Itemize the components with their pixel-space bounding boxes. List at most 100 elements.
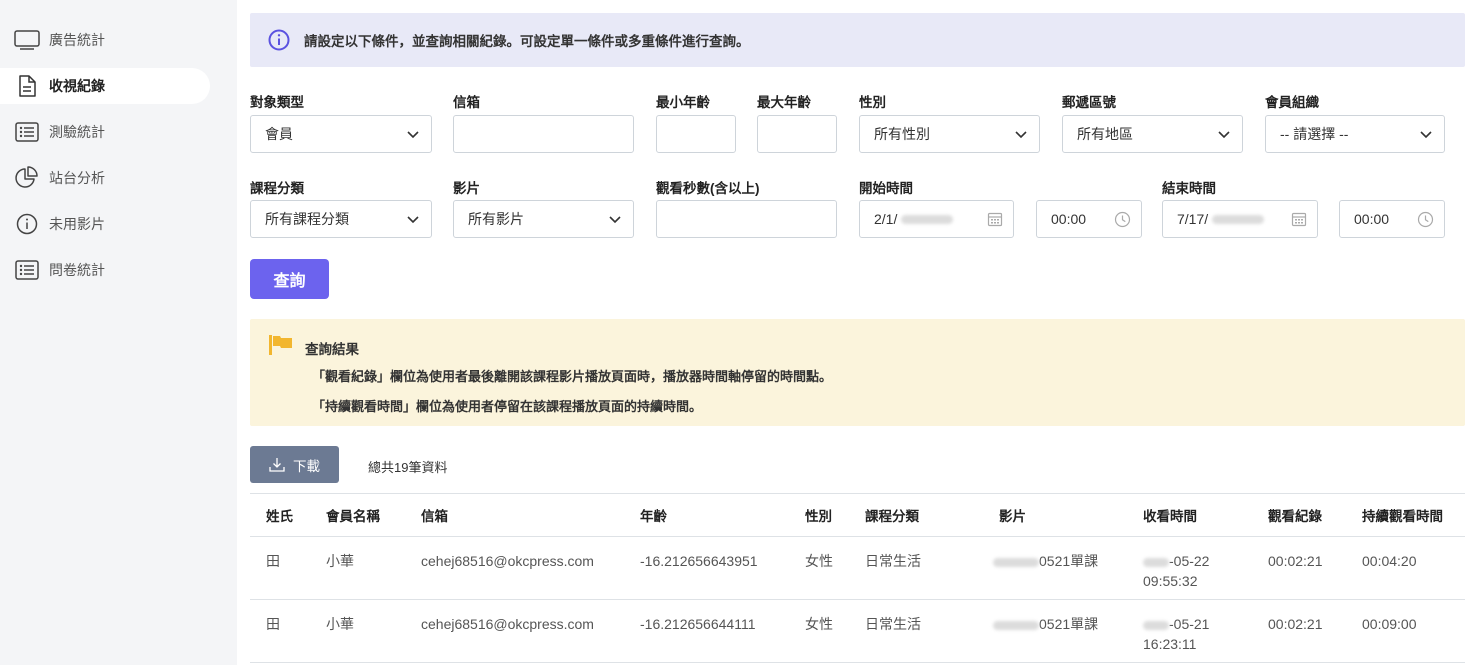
video-select[interactable]: 所有影片 — [453, 200, 634, 238]
table-row[interactable]: 田 小華 cehej68516@okcpress.com -16.2126566… — [250, 600, 1465, 663]
redacted-text — [993, 620, 1039, 630]
col-gender[interactable]: 性別 — [789, 494, 849, 537]
cell-surname: 田 — [266, 616, 280, 632]
result-note-1: 「觀看紀錄」欄位為使用者最後離開該課程影片播放頁面時，播放器時間軸停留的時間點。 — [312, 369, 833, 384]
chevron-down-icon — [1015, 131, 1027, 139]
sidebar-item-site-analysis[interactable]: 站台分析 — [0, 160, 210, 196]
sidebar-item-view-records[interactable]: 收視紀錄 — [0, 68, 210, 104]
result-title: 查詢結果 — [305, 342, 359, 357]
sidebar-item-survey-stats[interactable]: 問卷統計 — [0, 252, 210, 288]
cell-name: 小華 — [326, 616, 354, 632]
video-value: 所有影片 — [468, 211, 524, 227]
col-record[interactable]: 觀看紀錄 — [1252, 494, 1346, 537]
sidebar-item-label: 問卷統計 — [49, 262, 105, 278]
min-age-input[interactable] — [656, 115, 736, 153]
cell-gender: 女性 — [805, 616, 833, 632]
zipcode-select[interactable]: 所有地區 — [1062, 115, 1243, 153]
sidebar-item-ad-stats[interactable]: 廣告統計 — [0, 22, 210, 58]
sidebar-item-label: 收視紀錄 — [49, 78, 105, 94]
cell-duration: 00:09:00 — [1362, 616, 1417, 632]
calendar-icon — [1291, 212, 1307, 227]
end-date-value: 7/17/ — [1177, 211, 1209, 227]
records-table: 姓氏 會員名稱 信箱 年齡 性別 課程分類 影片 收看時間 觀看紀錄 持續觀看時… — [250, 493, 1465, 663]
result-note-2: 「持續觀看時間」欄位為使用者停留在該課程播放頁面的持續時間。 — [312, 399, 703, 414]
info-banner: 請設定以下條件，並查詢相關紀錄。可設定單一條件或多重條件進行查詢。 — [250, 13, 1465, 67]
query-button[interactable]: 查詢 — [250, 259, 329, 299]
cell-email: cehej68516@okcpress.com — [421, 616, 594, 632]
cell-video-text: 0521單課 — [1039, 616, 1099, 632]
org-label: 會員組織 — [1265, 95, 1319, 110]
col-age[interactable]: 年齡 — [624, 494, 789, 537]
cell-video-text: 0521單課 — [1039, 553, 1099, 569]
watch-seconds-input[interactable] — [656, 200, 837, 238]
info-circle-icon — [13, 212, 41, 236]
org-value: -- 請選擇 -- — [1280, 126, 1349, 142]
watch-seconds-label: 觀看秒數(含以上) — [656, 181, 760, 196]
max-age-input[interactable] — [757, 115, 837, 153]
cell-record: 00:02:21 — [1268, 616, 1323, 632]
zipcode-label: 郵遞區號 — [1062, 95, 1116, 110]
cell-gender: 女性 — [805, 553, 833, 569]
org-select[interactable]: -- 請選擇 -- — [1265, 115, 1445, 153]
total-count: 總共19筆資料 — [368, 460, 448, 475]
document-icon — [13, 74, 41, 98]
target-type-label: 對象類型 — [250, 95, 304, 110]
info-circle-icon — [268, 29, 290, 51]
cell-watch-clock: 16:23:11 — [1143, 636, 1197, 652]
flag-icon — [269, 335, 292, 355]
sidebar-item-quiz-stats[interactable]: 測驗統計 — [0, 114, 210, 150]
cell-surname: 田 — [266, 553, 280, 569]
cell-record: 00:02:21 — [1268, 553, 1323, 569]
cell-name: 小華 — [326, 553, 354, 569]
gender-select[interactable]: 所有性別 — [859, 115, 1040, 153]
col-category[interactable]: 課程分類 — [849, 494, 959, 537]
sidebar-item-label: 未用影片 — [49, 216, 105, 232]
cell-watch-clock: 09:55:32 — [1143, 573, 1198, 589]
start-time-input[interactable]: 00:00 — [1036, 200, 1142, 238]
cell-duration: 00:04:20 — [1362, 553, 1417, 569]
clock-icon — [1417, 211, 1434, 228]
chevron-down-icon — [1218, 131, 1230, 139]
col-surname[interactable]: 姓氏 — [250, 494, 310, 537]
col-duration[interactable]: 持續觀看時間 — [1346, 494, 1465, 537]
cell-watch-date: -05-21 — [1169, 616, 1210, 632]
cell-category: 日常生活 — [865, 616, 921, 632]
course-category-select[interactable]: 所有課程分類 — [250, 200, 432, 238]
monitor-icon — [13, 28, 41, 52]
chevron-down-icon — [609, 216, 621, 224]
sidebar-item-label: 廣告統計 — [49, 32, 105, 48]
calendar-icon — [987, 212, 1003, 227]
col-email[interactable]: 信箱 — [405, 494, 624, 537]
cell-watch-time: -05-21 16:23:11 — [1127, 600, 1252, 663]
download-button[interactable]: 下載 — [250, 446, 339, 483]
chevron-down-icon — [407, 131, 419, 139]
target-type-select[interactable]: 會員 — [250, 115, 432, 153]
end-date-input[interactable]: 7/17/ — [1162, 200, 1318, 238]
cell-watch-time: -05-22 09:55:32 — [1127, 537, 1252, 600]
course-category-label: 課程分類 — [250, 181, 304, 196]
redacted-year — [1143, 620, 1169, 630]
sidebar-item-unused-videos[interactable]: 未用影片 — [0, 206, 210, 242]
email-input[interactable] — [453, 115, 634, 153]
redacted-year — [901, 214, 954, 224]
start-time-label: 開始時間 — [859, 181, 913, 196]
redacted-year — [1212, 214, 1265, 224]
end-time-input[interactable]: 00:00 — [1339, 200, 1445, 238]
download-label: 下載 — [293, 458, 320, 474]
sidebar: 廣告統計 收視紀錄 測驗統計 站台分析 未用影片 問卷統計 — [0, 0, 237, 665]
cell-category: 日常生活 — [865, 553, 921, 569]
col-watch-time[interactable]: 收看時間 — [1127, 494, 1252, 537]
cell-email: cehej68516@okcpress.com — [421, 553, 594, 569]
end-time-label: 結束時間 — [1162, 181, 1216, 196]
start-date-input[interactable]: 2/1/ — [859, 200, 1014, 238]
list-icon — [13, 120, 41, 144]
col-member-name[interactable]: 會員名稱 — [310, 494, 405, 537]
cell-watch-date: -05-22 — [1169, 553, 1210, 569]
table-header-row: 姓氏 會員名稱 信箱 年齡 性別 課程分類 影片 收看時間 觀看紀錄 持續觀看時… — [250, 493, 1465, 537]
redacted-text — [993, 557, 1039, 567]
result-notice: 查詢結果 「觀看紀錄」欄位為使用者最後離開該課程影片播放頁面時，播放器時間軸停留… — [250, 319, 1465, 426]
table-row[interactable]: 田 小華 cehej68516@okcpress.com -16.2126566… — [250, 537, 1465, 600]
sidebar-item-label: 測驗統計 — [49, 124, 105, 140]
col-video[interactable]: 影片 — [959, 494, 1127, 537]
cell-video: 0521單課 — [959, 600, 1127, 663]
